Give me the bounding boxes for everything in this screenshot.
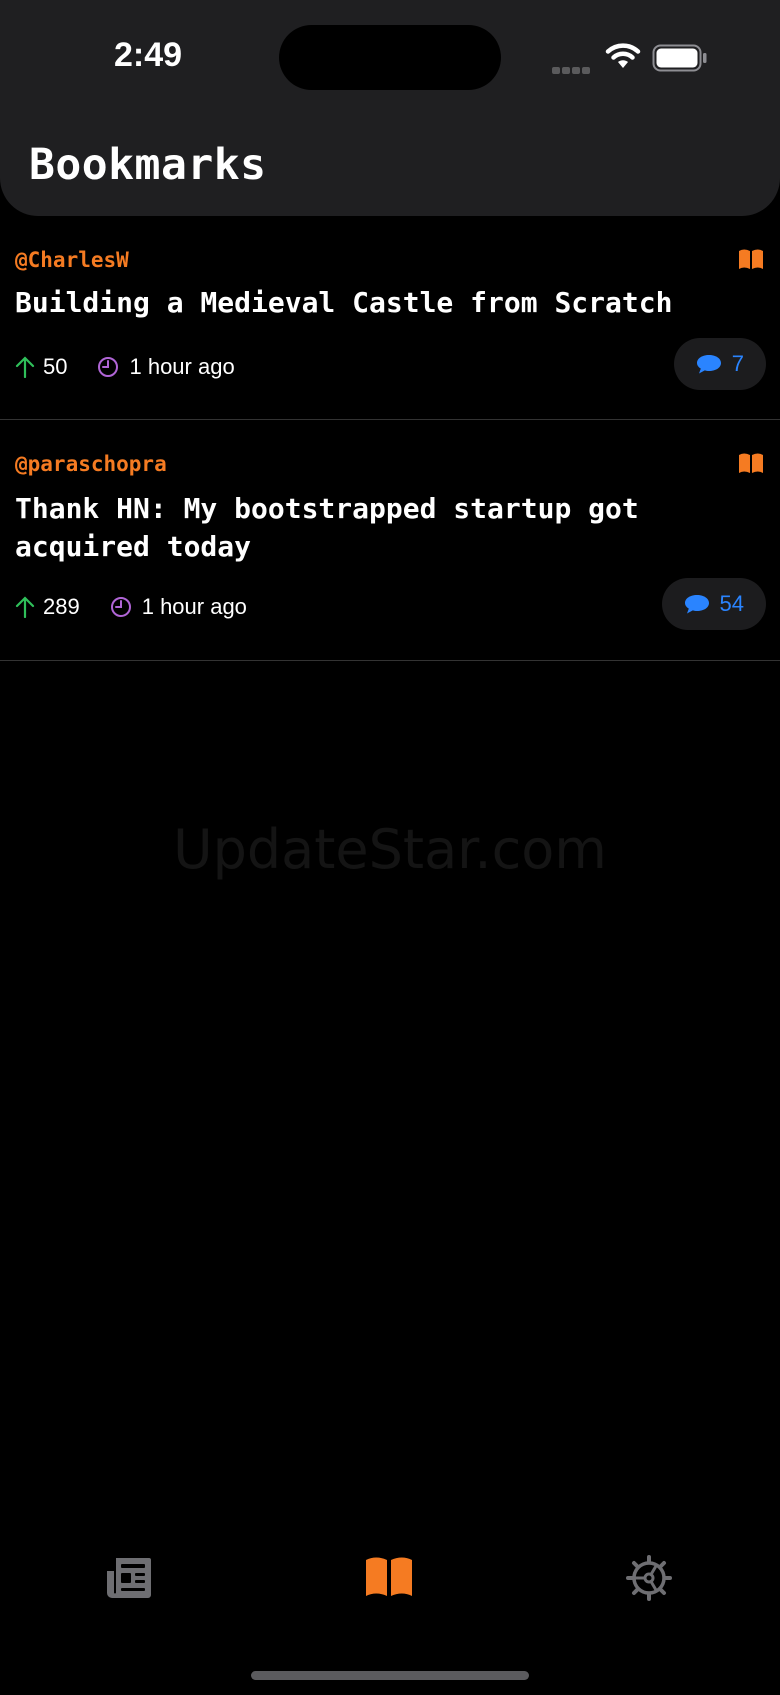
home-indicator bbox=[251, 1671, 529, 1680]
comments-count: 7 bbox=[731, 351, 744, 376]
wifi-icon bbox=[604, 42, 642, 75]
nav-header: 2:49 Bookmarks bbox=[0, 0, 780, 216]
story-time: 1 hour ago bbox=[141, 594, 247, 619]
story-title[interactable]: Thank HN: My bootstrapped startup got ac… bbox=[15, 490, 735, 566]
story-time: 1 hour ago bbox=[129, 354, 235, 379]
newspaper-icon bbox=[107, 1558, 151, 1598]
story-score: 50 bbox=[43, 354, 68, 379]
status-time: 2:49 bbox=[114, 36, 183, 74]
tab-settings[interactable] bbox=[626, 1555, 672, 1606]
tab-bookmarks[interactable] bbox=[364, 1555, 414, 1602]
comments-button[interactable]: 7 bbox=[673, 338, 766, 390]
story-item[interactable]: @paraschopra Thank HN: My bootstrapped s… bbox=[0, 420, 780, 661]
story-title[interactable]: Building a Medieval Castle from Scratch bbox=[15, 284, 735, 322]
upvote-arrow-icon bbox=[15, 596, 35, 618]
cellular-signal-icon bbox=[552, 61, 592, 79]
clock-icon bbox=[110, 597, 131, 617]
story-meta: 50 1 hour ago bbox=[15, 354, 235, 380]
story-item[interactable]: @CharlesW Building a Medieval Castle fro… bbox=[0, 216, 780, 420]
bookmark-icon[interactable] bbox=[738, 452, 764, 479]
dynamic-island bbox=[279, 25, 501, 90]
watermark: UpdateStar.com bbox=[173, 818, 607, 881]
upvote-arrow-icon bbox=[15, 356, 35, 378]
bookmark-icon[interactable] bbox=[738, 248, 764, 275]
tab-news[interactable] bbox=[106, 1555, 152, 1604]
comments-count: 54 bbox=[719, 591, 744, 616]
story-meta: 289 1 hour ago bbox=[15, 594, 247, 620]
story-author[interactable]: @paraschopra bbox=[15, 452, 167, 476]
battery-icon bbox=[652, 44, 708, 77]
book-open-icon bbox=[366, 1557, 412, 1596]
story-author[interactable]: @CharlesW bbox=[15, 248, 129, 272]
story-score: 289 bbox=[43, 594, 80, 619]
page-title: Bookmarks bbox=[29, 140, 267, 190]
clock-icon bbox=[98, 357, 119, 377]
comment-bubble-icon bbox=[684, 595, 709, 614]
comment-bubble-icon bbox=[696, 355, 721, 374]
gear-icon bbox=[626, 1555, 672, 1601]
comments-button[interactable]: 54 bbox=[661, 578, 766, 630]
